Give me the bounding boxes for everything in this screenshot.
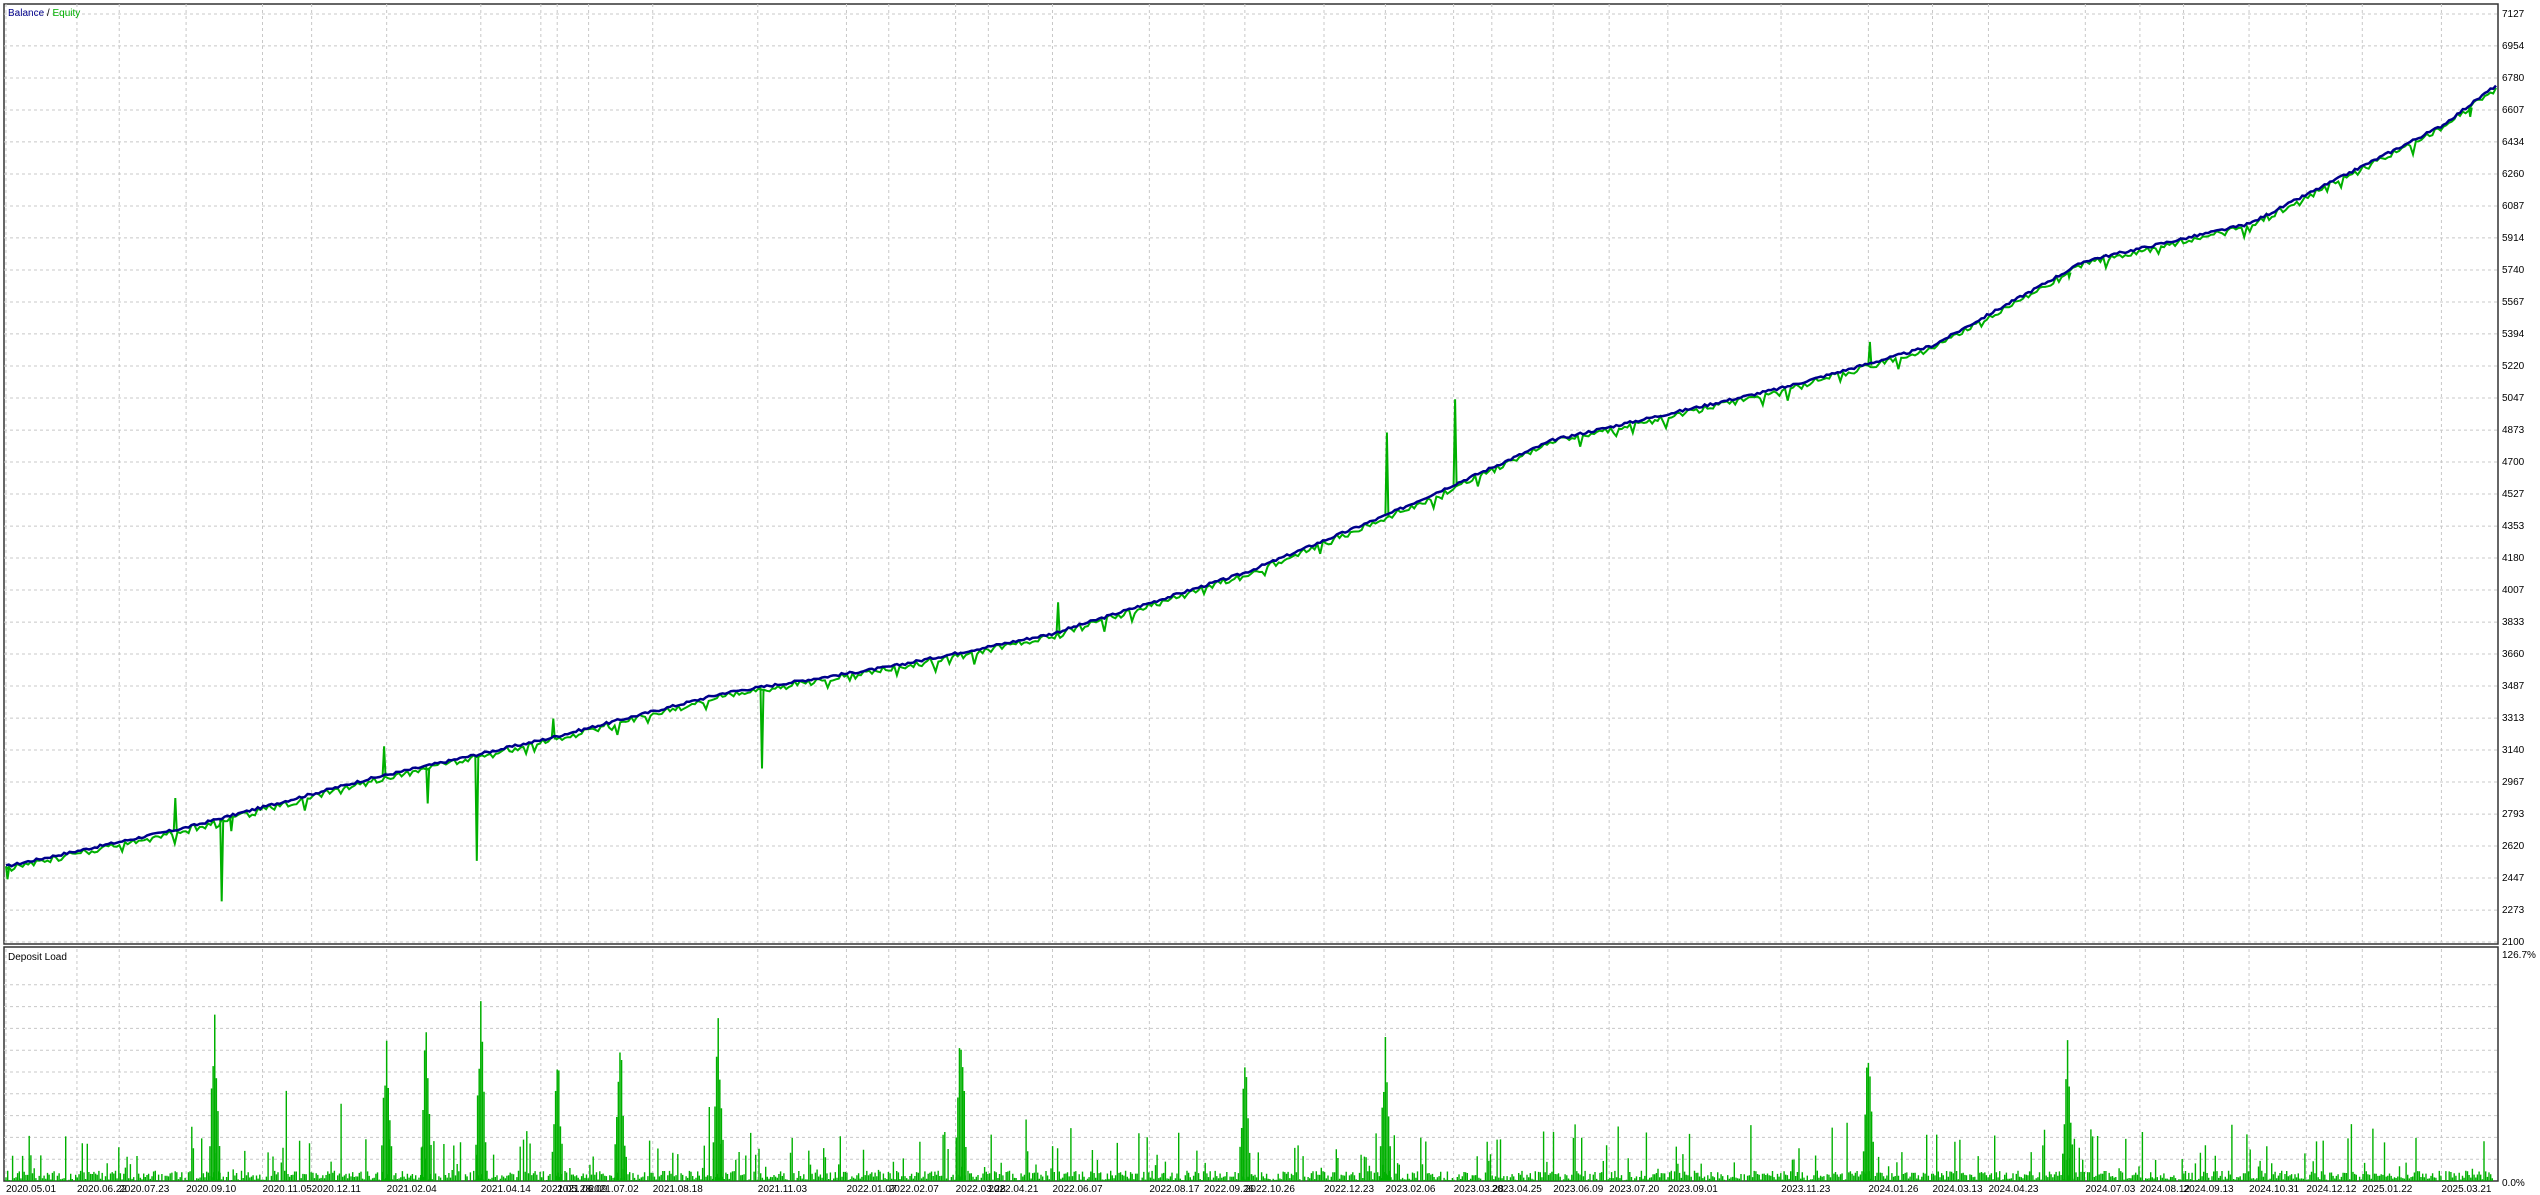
- main-y-tick-label: 3140: [2502, 745, 2525, 756]
- main-y-tick-label: 6954: [2502, 41, 2525, 52]
- main-y-tick-label: 4873: [2502, 425, 2525, 436]
- x-tick-label: 2020.09.10: [186, 1184, 236, 1195]
- main-y-tick-label: 2100: [2502, 937, 2525, 948]
- main-y-tick-label: 6780: [2502, 73, 2525, 84]
- main-y-tick-label: 6087: [2502, 201, 2525, 212]
- deposit-y-tick-min: 0.0%: [2502, 1178, 2525, 1189]
- deposit-y-tick-max: 126.7%: [2502, 950, 2536, 961]
- main-y-tick-label: 4353: [2502, 521, 2525, 532]
- main-y-axis: 7127 6954 6780 6607 6434 6260 6087 5914 5740 5567…: [2502, 9, 2525, 948]
- main-y-tick-label: 5047: [2502, 393, 2525, 404]
- x-tick-label: 2023.09.01: [1668, 1184, 1718, 1195]
- chart-legend: Balance / Equity: [8, 8, 80, 19]
- x-tick-label: 2022.04.21: [988, 1184, 1038, 1195]
- main-y-tick-label: 2447: [2502, 873, 2525, 884]
- x-tick-label: 2023.06.09: [1553, 1184, 1603, 1195]
- main-y-tick-label: 5740: [2502, 265, 2525, 276]
- x-tick-label: 2025.01.22: [2362, 1184, 2412, 1195]
- deposit-load-title: Deposit Load: [8, 952, 67, 963]
- x-tick-label: 2024.01.26: [1868, 1184, 1918, 1195]
- main-y-tick-label: 7127: [2502, 9, 2525, 20]
- legend-equity-label: Equity: [52, 8, 80, 19]
- x-tick-label: 2023.11.23: [1781, 1184, 1831, 1195]
- x-tick-label: 2020.07.23: [119, 1184, 169, 1195]
- main-y-tick-label: 3833: [2502, 617, 2525, 628]
- chart-canvas: 7127 6954 6780 6607 6434 6260 6087 5914 5740 5567…: [3, 3, 2536, 1195]
- x-tick-label: 2022.10.26: [1245, 1184, 1295, 1195]
- main-y-tick-label: 2620: [2502, 841, 2525, 852]
- x-tick-label: 2024.10.31: [2249, 1184, 2299, 1195]
- x-tick-label: 2024.12.12: [2306, 1184, 2356, 1195]
- deposit-load-pane: Deposit Load 126.7% 0.0%: [3, 946, 2536, 1189]
- x-tick-label: 2021.11.03: [758, 1184, 808, 1195]
- main-y-tick-label: 3313: [2502, 713, 2525, 724]
- x-tick-label: 2022.08.17: [1149, 1184, 1199, 1195]
- x-tick-label: 2023.07.20: [1609, 1184, 1659, 1195]
- main-y-tick-label: 5914: [2502, 233, 2525, 244]
- x-tick-label: 2021.04.14: [481, 1184, 531, 1195]
- x-tick-label: 2022.06.07: [1052, 1184, 1102, 1195]
- main-y-tick-label: 5220: [2502, 361, 2525, 372]
- main-y-tick-label: 6260: [2502, 169, 2525, 180]
- main-y-tick-label: 2273: [2502, 905, 2525, 916]
- deposit-pane-frame: [3, 946, 2499, 1182]
- main-y-tick-label: 4700: [2502, 457, 2525, 468]
- x-tick-label: 2025.03.21: [2441, 1184, 2491, 1195]
- main-y-tick-label: 3487: [2502, 681, 2525, 692]
- main-y-tick-label: 3660: [2502, 649, 2525, 660]
- main-y-tick-label: 2967: [2502, 777, 2525, 788]
- x-tick-label: 2022.12.23: [1324, 1184, 1374, 1195]
- legend-balance-label: Balance: [8, 8, 45, 19]
- main-y-tick-label: 6607: [2502, 105, 2525, 116]
- x-tick-label: 2024.07.03: [2085, 1184, 2135, 1195]
- x-tick-label: 2020.11.05: [263, 1184, 313, 1195]
- main-y-tick-label: 6434: [2502, 137, 2525, 148]
- main-pane: 7127 6954 6780 6607 6434 6260 6087 5914 5740 5567…: [3, 3, 2525, 948]
- main-y-tick-label: 2793: [2502, 809, 2525, 820]
- x-tick-label: 2022.02.07: [889, 1184, 939, 1195]
- x-tick-label: 2024.03.13: [1933, 1184, 1983, 1195]
- x-tick-label: 2023.02.06: [1385, 1184, 1435, 1195]
- main-y-tick-label: 5567: [2502, 297, 2525, 308]
- main-y-tick-label: 4180: [2502, 553, 2525, 564]
- x-tick-label: 2020.05.01: [6, 1184, 56, 1195]
- x-tick-label: 2024.04.23: [1988, 1184, 2038, 1195]
- main-pane-frame: [3, 3, 2499, 945]
- x-tick-label: 2021.07.02: [589, 1184, 639, 1195]
- x-tick-label: 2021.02.04: [387, 1184, 437, 1195]
- main-y-tick-label: 5394: [2502, 329, 2525, 340]
- main-y-tick-label: 4527: [2502, 489, 2525, 500]
- x-tick-label: 2021.08.18: [653, 1184, 703, 1195]
- x-axis: 2020.05.01 2020.06.222020.07.23 2020.09.10…: [6, 1184, 2492, 1195]
- main-y-tick-label: 4007: [2502, 585, 2525, 596]
- x-tick-label: 2023.04.25: [1492, 1184, 1542, 1195]
- x-tick-label: 2020.12.11: [312, 1184, 362, 1195]
- legend-separator: /: [44, 8, 52, 19]
- x-tick-label: 2024.09.13: [2184, 1184, 2234, 1195]
